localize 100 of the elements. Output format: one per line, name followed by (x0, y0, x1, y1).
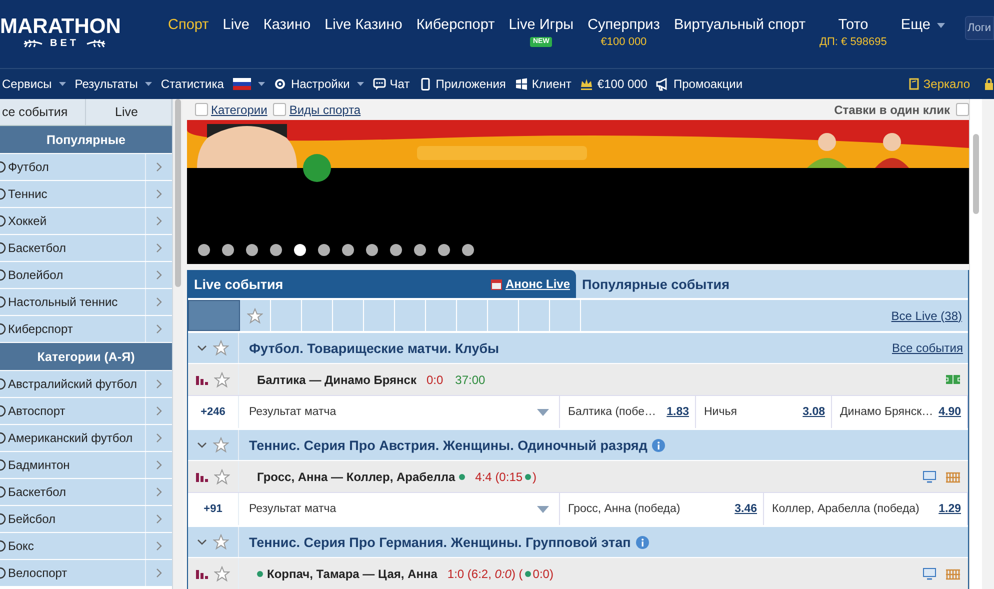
star-icon (247, 308, 263, 324)
chevron-down-icon (197, 345, 207, 351)
events-tab[interactable]: Live события Анонс Live (188, 270, 576, 298)
chat-icon (372, 78, 386, 90)
match-score: ) (532, 470, 537, 484)
sidebar-item[interactable]: Велоспорт (0, 560, 172, 587)
caret-icon (537, 506, 549, 512)
match-name: Гросс, Анна — Коллер, Арабелла (257, 470, 456, 484)
odds-link[interactable]: 1.83 (666, 406, 689, 418)
match-row[interactable]: Гросс, Анна — Коллер, Арабелла 4:4 (0:15 ) (188, 460, 968, 492)
events-tab[interactable]: Популярные события (576, 270, 968, 298)
sidebar-item[interactable]: Бокс (0, 533, 172, 560)
toolbar-link[interactable]: Сервисы (0, 77, 72, 91)
caret-icon (258, 82, 265, 86)
mirror-icon (909, 78, 920, 90)
toolbar-link[interactable]: Настройки (272, 77, 370, 91)
sidebar-item[interactable]: Американский футбол (0, 425, 172, 452)
odds-link[interactable]: 4.90 (938, 406, 961, 418)
filter-tile[interactable] (188, 300, 240, 331)
grid-icon (946, 568, 960, 580)
chevron-down-icon (197, 539, 207, 545)
filter-link[interactable]: Виды спорта (289, 102, 361, 116)
login-button[interactable]: Логи (964, 16, 994, 40)
nav-link[interactable]: Live Игры (508, 17, 574, 33)
star-icon (213, 534, 229, 550)
sidebar-item[interactable]: Австралийский футбол (0, 371, 172, 398)
star-icon (214, 372, 230, 388)
grid-icon (946, 470, 960, 482)
chevron-down-icon (197, 442, 207, 448)
category-title: Теннис. Серия Про Австрия. Женщины. Одиночный разряд (249, 438, 648, 452)
nav-link[interactable]: Тото (838, 17, 868, 33)
sidebar-item[interactable]: Теннис (0, 181, 172, 208)
toolbar-link[interactable]: €100 000 (578, 77, 654, 91)
stats-icon (196, 471, 208, 482)
gear-icon (274, 78, 287, 90)
caret-icon (144, 82, 152, 86)
nav-link[interactable]: Виртуальный спорт (674, 17, 806, 33)
toolbar-link[interactable]: Чат (370, 77, 416, 91)
phone-icon (418, 78, 432, 90)
star-icon (213, 437, 229, 453)
laurel-icon (22, 38, 44, 48)
nav-link[interactable]: Киберспорт (416, 17, 495, 33)
sidebar-item[interactable]: Баскетбол (0, 479, 172, 506)
match-score: 4:4 (0:15 (475, 470, 523, 484)
sidebar-item[interactable]: Баскетбол (0, 235, 172, 262)
nav-link[interactable]: Суперприз (588, 17, 660, 33)
filter-link[interactable]: Категории (211, 102, 268, 116)
section-header: Популярные (0, 126, 172, 154)
sidebar-item[interactable]: Бадминтон (0, 452, 172, 479)
scrollbar[interactable] (969, 99, 982, 589)
caret-icon (356, 82, 364, 86)
caret-icon (537, 408, 549, 416)
nav-note: €100 000 (600, 36, 647, 48)
star-icon (214, 468, 230, 484)
checkbox[interactable] (195, 103, 208, 116)
all-events-link[interactable]: Все события (892, 341, 968, 355)
odds-link[interactable]: 1.29 (938, 503, 961, 515)
sidebar-item[interactable]: Автоспорт (0, 398, 172, 425)
nav-link[interactable]: Еще (900, 17, 946, 33)
stats-icon (196, 374, 208, 385)
match-score: 1:0 (6:2, 0:0) ( (447, 566, 523, 580)
sidebar-item[interactable]: Хоккей (0, 208, 172, 235)
toolbar-link[interactable]: Клиент (512, 77, 578, 91)
all-live-link[interactable]: Все Live (38) (891, 308, 968, 322)
megaphone-icon (656, 78, 670, 90)
field-icon (946, 375, 960, 384)
odds-link[interactable]: 3.08 (802, 406, 825, 418)
caret-icon (58, 82, 66, 86)
tv-icon (923, 470, 936, 482)
sidebar-tab[interactable]: Live (86, 99, 172, 125)
checkbox[interactable] (956, 103, 969, 116)
toolbar-link[interactable]: Промоакции (654, 77, 749, 91)
announce-link[interactable]: Анонс Live (505, 277, 570, 291)
category-title: Футбол. Товарищеские матчи. Клубы (249, 340, 500, 356)
nav-link[interactable]: Спорт (168, 17, 209, 33)
match-name: Корпач, Тамара — Цая, Анна (267, 566, 438, 580)
toolbar-link[interactable]: Статистика (158, 77, 230, 91)
nav-link[interactable]: Казино (263, 17, 311, 33)
odds-link[interactable]: 3.46 (734, 503, 757, 515)
sidebar-item[interactable]: Бейсбол (0, 506, 172, 533)
logo-text: MARATHON (0, 16, 121, 38)
sidebar-item[interactable]: Футбол (0, 154, 172, 181)
crown-icon (580, 78, 594, 90)
sidebar-tab[interactable]: се события (0, 99, 86, 125)
match-row[interactable]: Балтика — Динамо Брянск 0:0 37:00 (188, 363, 968, 395)
sidebar-item[interactable]: Настольный теннис (0, 289, 172, 316)
sidebar-item[interactable]: Киберспорт (0, 316, 172, 343)
stats-icon (196, 568, 208, 579)
match-time: 37:00 (455, 372, 486, 386)
toolbar-link[interactable]: Приложения (416, 77, 512, 91)
toolbar-link[interactable]: Результаты (72, 77, 158, 91)
match-row[interactable]: Корпач, Тамара — Цая, Анна 1:0 (6:2, 0:0) ( 0:0) (188, 557, 968, 589)
star-icon (213, 340, 229, 356)
sidebar-item[interactable]: Волейбол (0, 262, 172, 289)
checkbox[interactable] (273, 103, 286, 116)
nav-link[interactable]: Live (222, 17, 250, 33)
nav-note: ДП: € 598695 (820, 36, 887, 48)
mirror-link[interactable]: Зеркало (907, 77, 976, 91)
nav-link[interactable]: Live Казино (324, 17, 402, 33)
lock-icon (984, 78, 994, 90)
